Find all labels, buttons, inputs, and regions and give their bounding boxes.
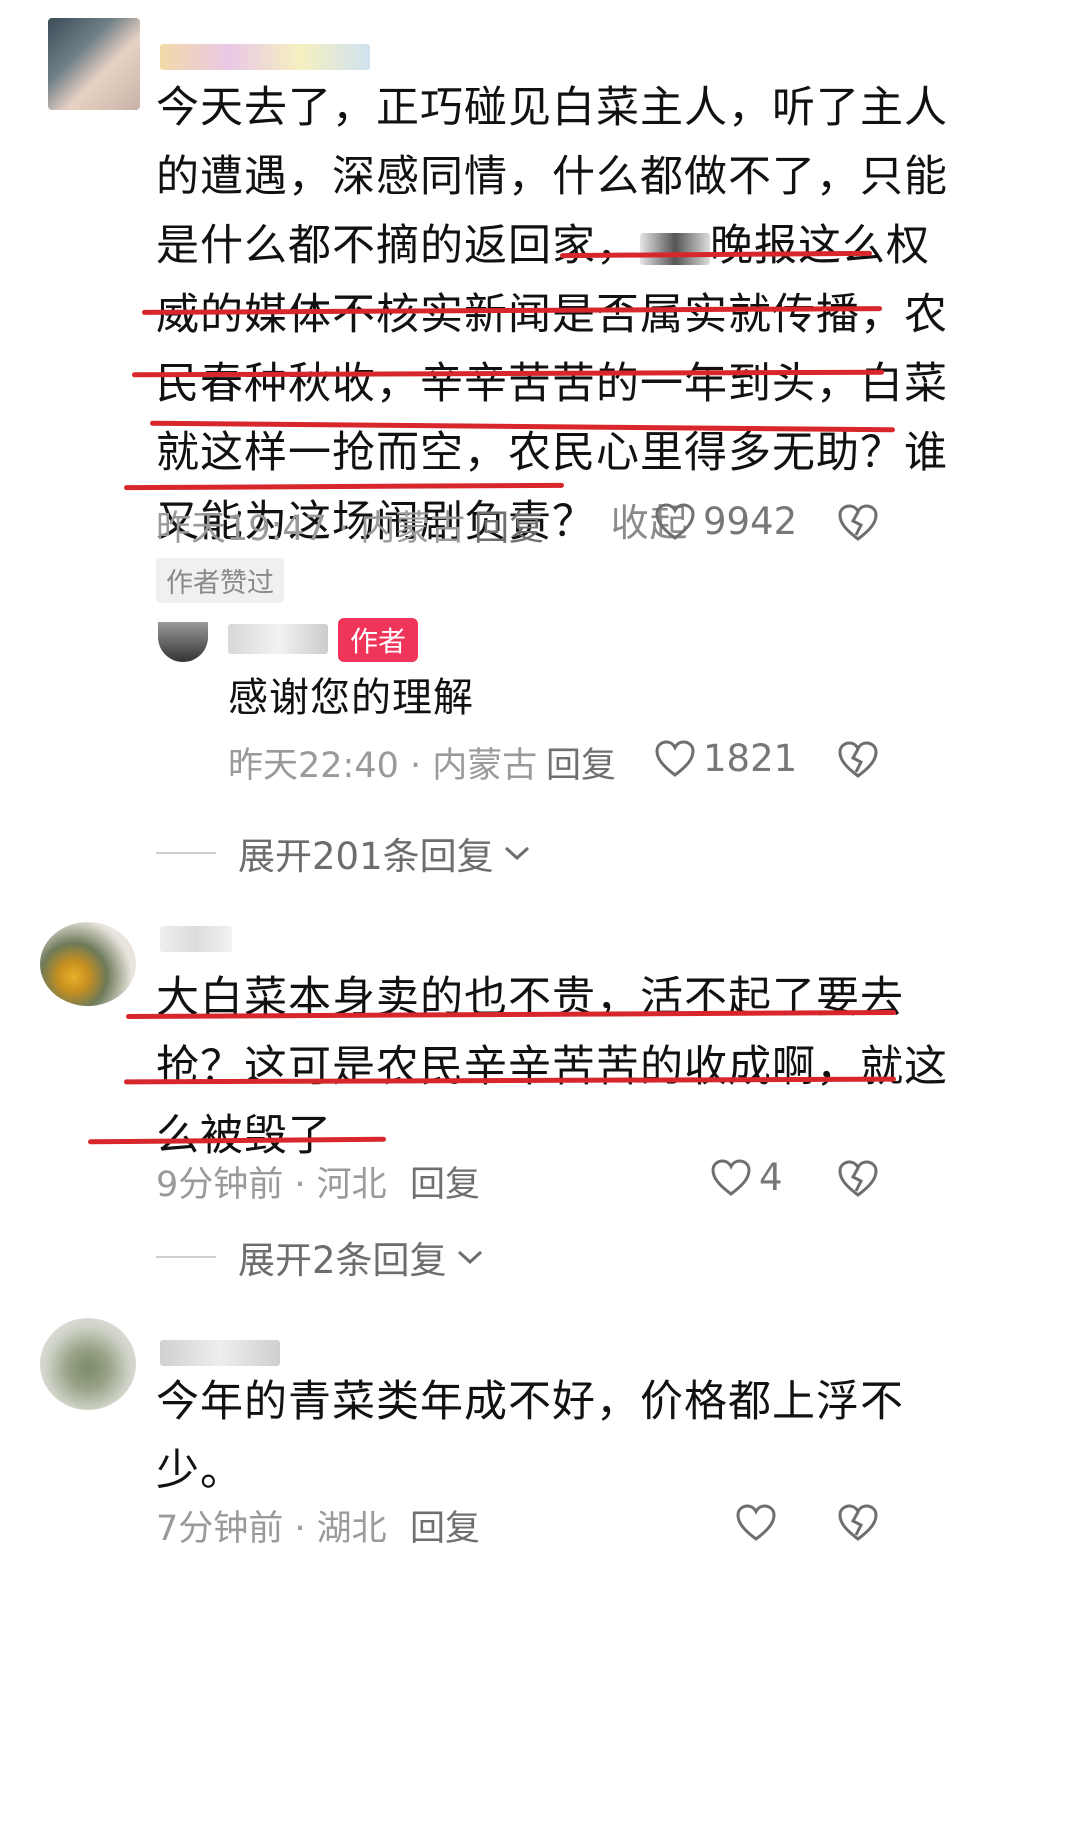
expand-replies-button[interactable]: 展开201条回复 (156, 826, 532, 880)
expand-label: 展开201条回复 (238, 835, 494, 878)
like-count: 1821 (703, 737, 798, 780)
comment-line: 少。 (156, 1446, 244, 1496)
comment-meta: 昨天19:47 · 内蒙古 (156, 509, 466, 549)
heart-icon (655, 502, 695, 540)
chevron-down-icon (504, 846, 529, 861)
heart-icon[interactable] (736, 1504, 776, 1542)
comment-line: 民春种秋收，辛辛苦苦的一年到头，白菜 (156, 359, 948, 409)
comment-line: 今天去了，正巧碰见白菜主人，听了主人 (156, 83, 948, 133)
comment-line: 是什么都不摘的返回家， 晚报这么权 (156, 221, 930, 271)
reply-text: 感谢您的理解 (228, 675, 474, 721)
divider (156, 852, 216, 854)
avatar[interactable] (48, 18, 140, 110)
expand-replies-button[interactable]: 展开2条回复 (156, 1230, 485, 1284)
reply-meta: 昨天22:40 · 内蒙古 (228, 746, 538, 786)
like-count: 4 (759, 1156, 783, 1199)
expand-label: 展开2条回复 (238, 1239, 447, 1282)
comment-meta: 9分钟前 · 河北 (156, 1165, 387, 1205)
like-button[interactable]: 9942 (655, 500, 797, 543)
chevron-down-icon (457, 1250, 482, 1265)
broken-heart-icon[interactable] (838, 1504, 878, 1542)
reply-avatar[interactable] (158, 622, 208, 662)
comment-line: 威的媒体不核实新闻是否属实就传播，农 (156, 290, 948, 340)
comment-line: 大白菜本身卖的也不贵，活不起了要去 (156, 973, 904, 1023)
author-liked-badge: 作者赞过 (156, 558, 284, 603)
comment-meta: 7分钟前 · 湖北 (156, 1509, 387, 1549)
reply-button[interactable]: 回复 (474, 500, 544, 551)
username-blurred[interactable] (160, 44, 370, 70)
like-count: 9942 (703, 500, 798, 543)
author-tag: 作者 (338, 618, 419, 662)
redacted-blur (640, 232, 710, 265)
comment-line: 抢？这可是农民辛辛苦苦的收成啊，就这 (156, 1042, 948, 1092)
broken-heart-icon[interactable] (838, 1160, 878, 1198)
like-button[interactable]: 1821 (655, 737, 797, 780)
avatar[interactable] (40, 922, 136, 1006)
divider (156, 1256, 216, 1258)
heart-icon (655, 739, 695, 777)
comment-line: 的遭遇，深感同情，什么都做不了，只能 (156, 152, 948, 202)
heart-icon (711, 1158, 751, 1196)
reply-button[interactable]: 回复 (546, 737, 616, 788)
broken-heart-icon[interactable] (838, 504, 878, 542)
reply-username-blurred[interactable] (228, 624, 328, 654)
avatar[interactable] (40, 1318, 136, 1410)
like-button[interactable]: 4 (711, 1156, 783, 1199)
reply-button[interactable]: 回复 (410, 1500, 480, 1551)
username-blurred[interactable] (160, 926, 232, 952)
comment-text: 今年的青菜类年成不好，价格都上浮不 少。 (156, 1368, 904, 1506)
reply-button[interactable]: 回复 (410, 1156, 480, 1207)
comment-line: 今年的青菜类年成不好，价格都上浮不 (156, 1377, 904, 1427)
broken-heart-icon[interactable] (838, 741, 878, 779)
username-blurred[interactable] (160, 1340, 280, 1366)
